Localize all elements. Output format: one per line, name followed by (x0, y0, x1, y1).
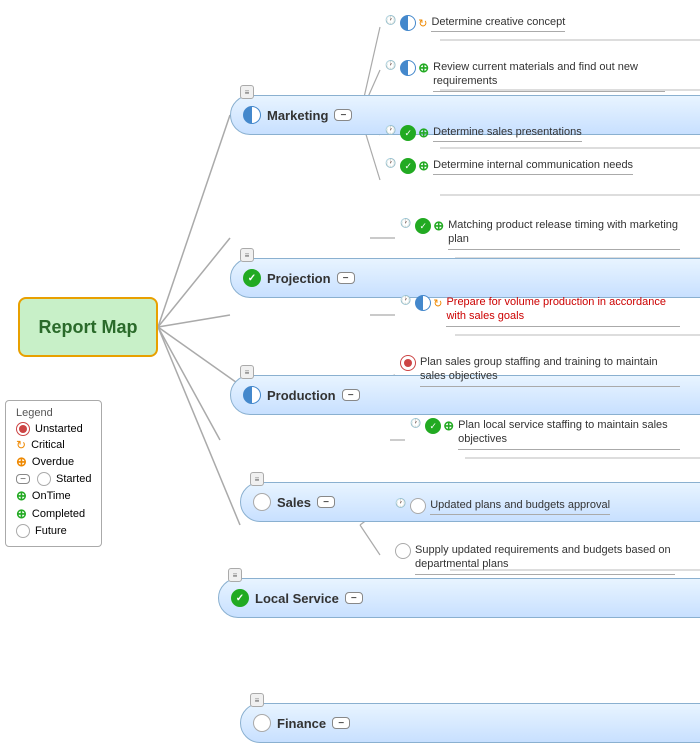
leaf-text-sales-pres: Determine sales presentations (433, 125, 582, 142)
leaf-status-sales (400, 355, 416, 371)
leaf-status-fin1 (410, 498, 426, 514)
legend-ontime-label: OnTime (32, 490, 71, 502)
plus-icon-2: ⊕ (418, 60, 429, 76)
rotate-icon-prod: ↻ (433, 297, 442, 310)
legend-unstarted-label: Unstarted (35, 423, 83, 435)
leaf-internal-comm: 🕐 ✓ ⊕ Determine internal communication n… (385, 158, 633, 175)
legend-started-circle (37, 472, 51, 486)
branch-local-service[interactable]: ≡ ✓ Local Service − (218, 578, 700, 618)
leaf-production-1: 🕐 ↻ Prepare for volume production in acc… (400, 295, 680, 327)
collapse-badge-fin[interactable]: ≡ (250, 693, 264, 707)
plus-icon-4: ⊕ (418, 158, 429, 174)
legend-item-unstarted: Unstarted (16, 422, 91, 436)
legend-title: Legend (16, 407, 91, 419)
root-label: Report Map (39, 317, 138, 338)
production-status-icon (243, 386, 261, 404)
projection-status-icon: ✓ (243, 269, 261, 287)
legend-started-icon: − (16, 474, 30, 484)
finance-label: Finance (277, 716, 326, 731)
production-expand[interactable]: − (342, 389, 360, 401)
sales-label: Sales (277, 495, 311, 510)
legend-box: Legend Unstarted ↻ Critical ⊕ Overdue − … (5, 400, 102, 547)
leaf-finance-1: 🕐 Updated plans and budgets approval (395, 498, 610, 515)
leaf-text-ls: Plan local service staffing to maintain … (458, 418, 680, 450)
leaf-status-icon-4: ✓ (400, 158, 416, 174)
legend-critical-icon: ↻ (16, 438, 26, 452)
leaf-status-ls: ✓ (425, 418, 441, 434)
production-label: Production (267, 388, 336, 403)
clock-icon: 🕐 (385, 15, 396, 26)
leaf-status-icon-2 (400, 60, 416, 76)
clock-icon-4: 🕐 (385, 158, 396, 169)
leaf-creative-concept: 🕐 ↻ Determine creative concept (385, 15, 565, 32)
legend-item-critical: ↻ Critical (16, 438, 91, 452)
leaf-status-proj: ✓ (415, 218, 431, 234)
clock-icon-3: 🕐 (385, 125, 396, 136)
legend-future-label: Future (35, 525, 67, 537)
branch-projection[interactable]: ≡ ✓ Projection − (230, 258, 700, 298)
plus-icon-3: ⊕ (418, 125, 429, 141)
marketing-status-icon (243, 106, 261, 124)
leaf-text-proj: Matching product release timing with mar… (448, 218, 680, 250)
leaf-status-prod (415, 295, 431, 311)
legend-item-started: − Started (16, 472, 91, 486)
legend-critical-label: Critical (31, 439, 65, 451)
ls-expand[interactable]: − (345, 592, 363, 604)
marketing-expand[interactable]: − (334, 109, 352, 121)
legend-ontime-icon: ⊕ (16, 488, 27, 504)
plus-icon-proj: ⊕ (433, 218, 444, 234)
leaf-status-icon (400, 15, 416, 31)
legend-future-icon (16, 524, 30, 538)
legend-overdue-icon: ⊕ (16, 454, 27, 470)
leaf-text-review: Review current materials and find out ne… (433, 60, 665, 92)
collapse-badge-proj[interactable]: ≡ (240, 248, 254, 262)
legend-completed-icon: ⊕ (16, 506, 27, 522)
finance-expand[interactable]: − (332, 717, 350, 729)
legend-item-overdue: ⊕ Overdue (16, 454, 91, 470)
clock-icon-ls: 🕐 (410, 418, 421, 429)
legend-unstarted-icon (16, 422, 30, 436)
sales-status-icon (253, 493, 271, 511)
branch-finance[interactable]: ≡ Finance − (240, 703, 700, 743)
leaf-sales-1: Plan sales group staffing and training t… (400, 355, 680, 387)
root-node: Report Map (18, 297, 158, 357)
leaf-text-creative: Determine creative concept (431, 15, 565, 32)
collapse-badge[interactable]: ≡ (240, 85, 254, 99)
plus-icon-ls: ⊕ (443, 418, 454, 434)
legend-item-ontime: ⊕ OnTime (16, 488, 91, 504)
leaf-projection-1: 🕐 ✓ ⊕ Matching product release timing wi… (400, 218, 680, 250)
legend-completed-label: Completed (32, 508, 85, 520)
leaf-finance-2: Supply updated requirements and budgets … (395, 543, 675, 575)
legend-started-label: Started (56, 473, 91, 485)
clock-icon-fin1: 🕐 (395, 498, 406, 509)
sales-expand[interactable]: − (317, 496, 335, 508)
clock-icon-2: 🕐 (385, 60, 396, 71)
leaf-sales-presentations: 🕐 ✓ ⊕ Determine sales presentations (385, 125, 582, 142)
projection-label: Projection (267, 271, 331, 286)
finance-status-icon (253, 714, 271, 732)
leaf-status-icon-3: ✓ (400, 125, 416, 141)
leaf-text-fin2: Supply updated requirements and budgets … (415, 543, 675, 575)
marketing-label: Marketing (267, 108, 328, 123)
local-service-label: Local Service (255, 591, 339, 606)
collapse-badge-sales[interactable]: ≡ (250, 472, 264, 486)
clock-icon-6: 🕐 (400, 295, 411, 306)
collapse-badge-prod[interactable]: ≡ (240, 365, 254, 379)
leaf-status-fin2 (395, 543, 411, 559)
leaf-ls-1: 🕐 ✓ ⊕ Plan local service staffing to mai… (410, 418, 680, 450)
legend-item-future: Future (16, 524, 91, 538)
leaf-review-materials: 🕐 ⊕ Review current materials and find ou… (385, 60, 665, 92)
legend-overdue-label: Overdue (32, 456, 74, 468)
leaf-text-prod: Prepare for volume production in accorda… (446, 295, 680, 327)
local-service-status-icon: ✓ (231, 589, 249, 607)
clock-icon-5: 🕐 (400, 218, 411, 229)
legend-item-completed: ⊕ Completed (16, 506, 91, 522)
projection-expand[interactable]: − (337, 272, 355, 284)
rotate-icon: ↻ (418, 17, 427, 30)
leaf-text-fin1: Updated plans and budgets approval (430, 498, 610, 515)
collapse-badge-ls[interactable]: ≡ (228, 568, 242, 582)
leaf-text-sales: Plan sales group staffing and training t… (420, 355, 680, 387)
leaf-text-internal-comm: Determine internal communication needs (433, 158, 633, 175)
